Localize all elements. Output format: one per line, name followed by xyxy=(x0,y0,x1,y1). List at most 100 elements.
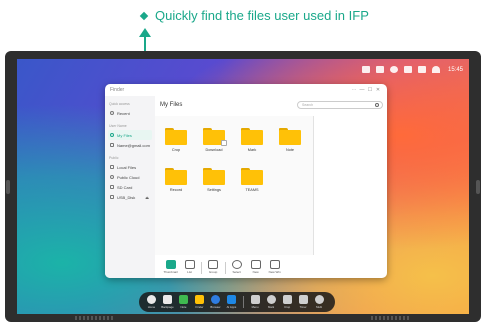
dock-bar: Home Backpage Note Finder Browser AI App… xyxy=(139,292,335,312)
shared-badge-icon xyxy=(221,140,227,146)
toolbar-label: New Win xyxy=(268,270,281,274)
new-window-button[interactable]: New Win xyxy=(265,258,284,274)
sidebar-heading-quick-access: Quick access xyxy=(109,102,130,106)
folder-download[interactable]: Download xyxy=(199,128,229,152)
search-input[interactable]: Search xyxy=(297,101,383,109)
toolbar-label: Thumbnail xyxy=(163,270,178,274)
select-button[interactable]: Select xyxy=(227,258,246,274)
new-window-icon xyxy=(269,260,280,269)
dock-label: Finder xyxy=(195,305,204,309)
folder-teams[interactable]: TEAMS xyxy=(237,168,267,192)
dock-label: Timer xyxy=(299,305,307,309)
screen-icon[interactable] xyxy=(361,66,370,73)
dock-item-multi[interactable]: Multi xyxy=(313,295,326,309)
group-icon xyxy=(208,260,219,269)
wifi-icon[interactable] xyxy=(431,66,440,73)
sidebar-item-local-files[interactable]: Local Files xyxy=(108,162,152,172)
toolbar-label: Group xyxy=(208,270,218,274)
dock-label: Browser xyxy=(210,305,221,309)
folder-settings[interactable]: Settings xyxy=(199,168,229,192)
window-icon[interactable] xyxy=(403,66,412,73)
browser-icon xyxy=(211,295,220,304)
folder-crop[interactable]: Crop xyxy=(161,128,191,152)
dock-item-note[interactable]: Note xyxy=(177,295,190,309)
sidebar-item-email[interactable]: Name@gmail.com xyxy=(108,140,152,150)
dock-label: Home xyxy=(147,305,156,309)
left-handle xyxy=(6,180,10,194)
folder-icon xyxy=(203,168,225,185)
group-button[interactable]: Group xyxy=(204,258,223,274)
new-folder-icon xyxy=(250,260,261,269)
folder-label: Settings xyxy=(207,188,221,192)
finder-sidebar: Quick access Recent User Name My Files N… xyxy=(105,96,155,278)
page-title: My Files xyxy=(160,102,183,108)
toolbar-label: New xyxy=(252,270,259,274)
dock-label: Mark xyxy=(267,305,275,309)
folder-label: Note xyxy=(285,148,295,152)
sidebar-item-label: Local Files xyxy=(117,164,137,170)
dock-label: AI Apps xyxy=(226,305,237,309)
maximize-icon[interactable]: ☐ xyxy=(366,87,374,93)
finder-titlebar[interactable]: Finder ⋯ — ☐ ✕ xyxy=(105,84,387,96)
folder-mark[interactable]: Mark xyxy=(237,128,267,152)
folder-icon xyxy=(165,168,187,185)
select-icon xyxy=(231,260,242,269)
dock-item-menu[interactable]: Menu xyxy=(249,295,262,309)
dock-divider xyxy=(243,296,244,308)
eject-icon[interactable]: ⏏ xyxy=(145,195,149,200)
sidebar-item-my-files[interactable]: My Files xyxy=(108,130,152,140)
cloud-icon xyxy=(110,175,114,179)
more-icon[interactable]: ⋯ xyxy=(350,87,358,93)
dock-item-home[interactable]: Home xyxy=(145,295,158,309)
dock-label: Multi xyxy=(316,305,323,309)
dock-item-crop[interactable]: Crop xyxy=(281,295,294,309)
usb-icon xyxy=(110,195,114,199)
sidebar-item-label: Public Cloud xyxy=(117,174,140,180)
ifp-monitor: 15:45 Finder ⋯ — ☐ ✕ Quick access Recent… xyxy=(5,51,481,322)
timer-icon xyxy=(298,295,308,304)
minimize-icon[interactable]: — xyxy=(358,87,366,93)
finder-main: My Files Search Crop Download Mark Note … xyxy=(155,96,387,278)
sidebar-item-sd-card[interactable]: SD Card xyxy=(108,182,152,192)
search-icon[interactable] xyxy=(375,103,379,107)
dock-item-timer[interactable]: Timer xyxy=(297,295,310,309)
folder-icon xyxy=(241,128,263,145)
dock-item-browser[interactable]: Browser xyxy=(209,295,222,309)
sidebar-item-label: Recent xyxy=(117,110,130,116)
sidebar-item-public-cloud[interactable]: Public Cloud xyxy=(108,172,152,182)
new-folder-button[interactable]: New xyxy=(246,258,265,274)
network-icon[interactable] xyxy=(417,66,426,73)
folder-label: Mark xyxy=(247,148,257,152)
dock-item-mark[interactable]: Mark xyxy=(265,295,278,309)
file-grid: Crop Download Mark Note Record Settings … xyxy=(155,116,313,255)
folder-icon xyxy=(279,128,301,145)
thumbnail-view-button[interactable]: Thumbnail xyxy=(161,258,180,274)
status-bar: 15:45 xyxy=(361,66,463,73)
list-view-button[interactable]: List xyxy=(180,258,199,274)
folder-note[interactable]: Note xyxy=(275,128,305,152)
sidebar-item-label: My Files xyxy=(117,132,132,138)
finder-icon xyxy=(195,295,204,304)
brightness-icon[interactable] xyxy=(389,66,398,73)
speaker-grille xyxy=(371,316,411,320)
note-icon xyxy=(179,295,188,304)
multi-icon xyxy=(314,295,324,304)
close-icon[interactable]: ✕ xyxy=(374,87,382,93)
volume-icon[interactable] xyxy=(375,66,384,73)
dock-item-finder[interactable]: Finder xyxy=(193,295,206,309)
dock-label: Note xyxy=(180,305,187,309)
right-handle xyxy=(476,180,480,194)
speaker-grille xyxy=(75,316,115,320)
folder-record[interactable]: Record xyxy=(161,168,191,192)
finder-toolbar: Thumbnail List Group Select New New Win xyxy=(155,258,313,278)
annotation-callout: Quickly find the files user used in IFP xyxy=(139,8,369,23)
dock-item-backpage[interactable]: Backpage xyxy=(161,295,174,309)
dock-item-ai-apps[interactable]: AI Apps xyxy=(225,295,238,309)
sidebar-item-recent[interactable]: Recent xyxy=(108,108,152,118)
clock-icon xyxy=(110,111,114,115)
sidebar-item-usb-disk[interactable]: USB_Disk ⏏ xyxy=(108,192,152,202)
mark-icon xyxy=(266,295,276,304)
folder-label: Crop xyxy=(171,148,181,152)
finder-window: Finder ⋯ — ☐ ✕ Quick access Recent User … xyxy=(105,84,387,278)
home-icon xyxy=(147,295,156,304)
